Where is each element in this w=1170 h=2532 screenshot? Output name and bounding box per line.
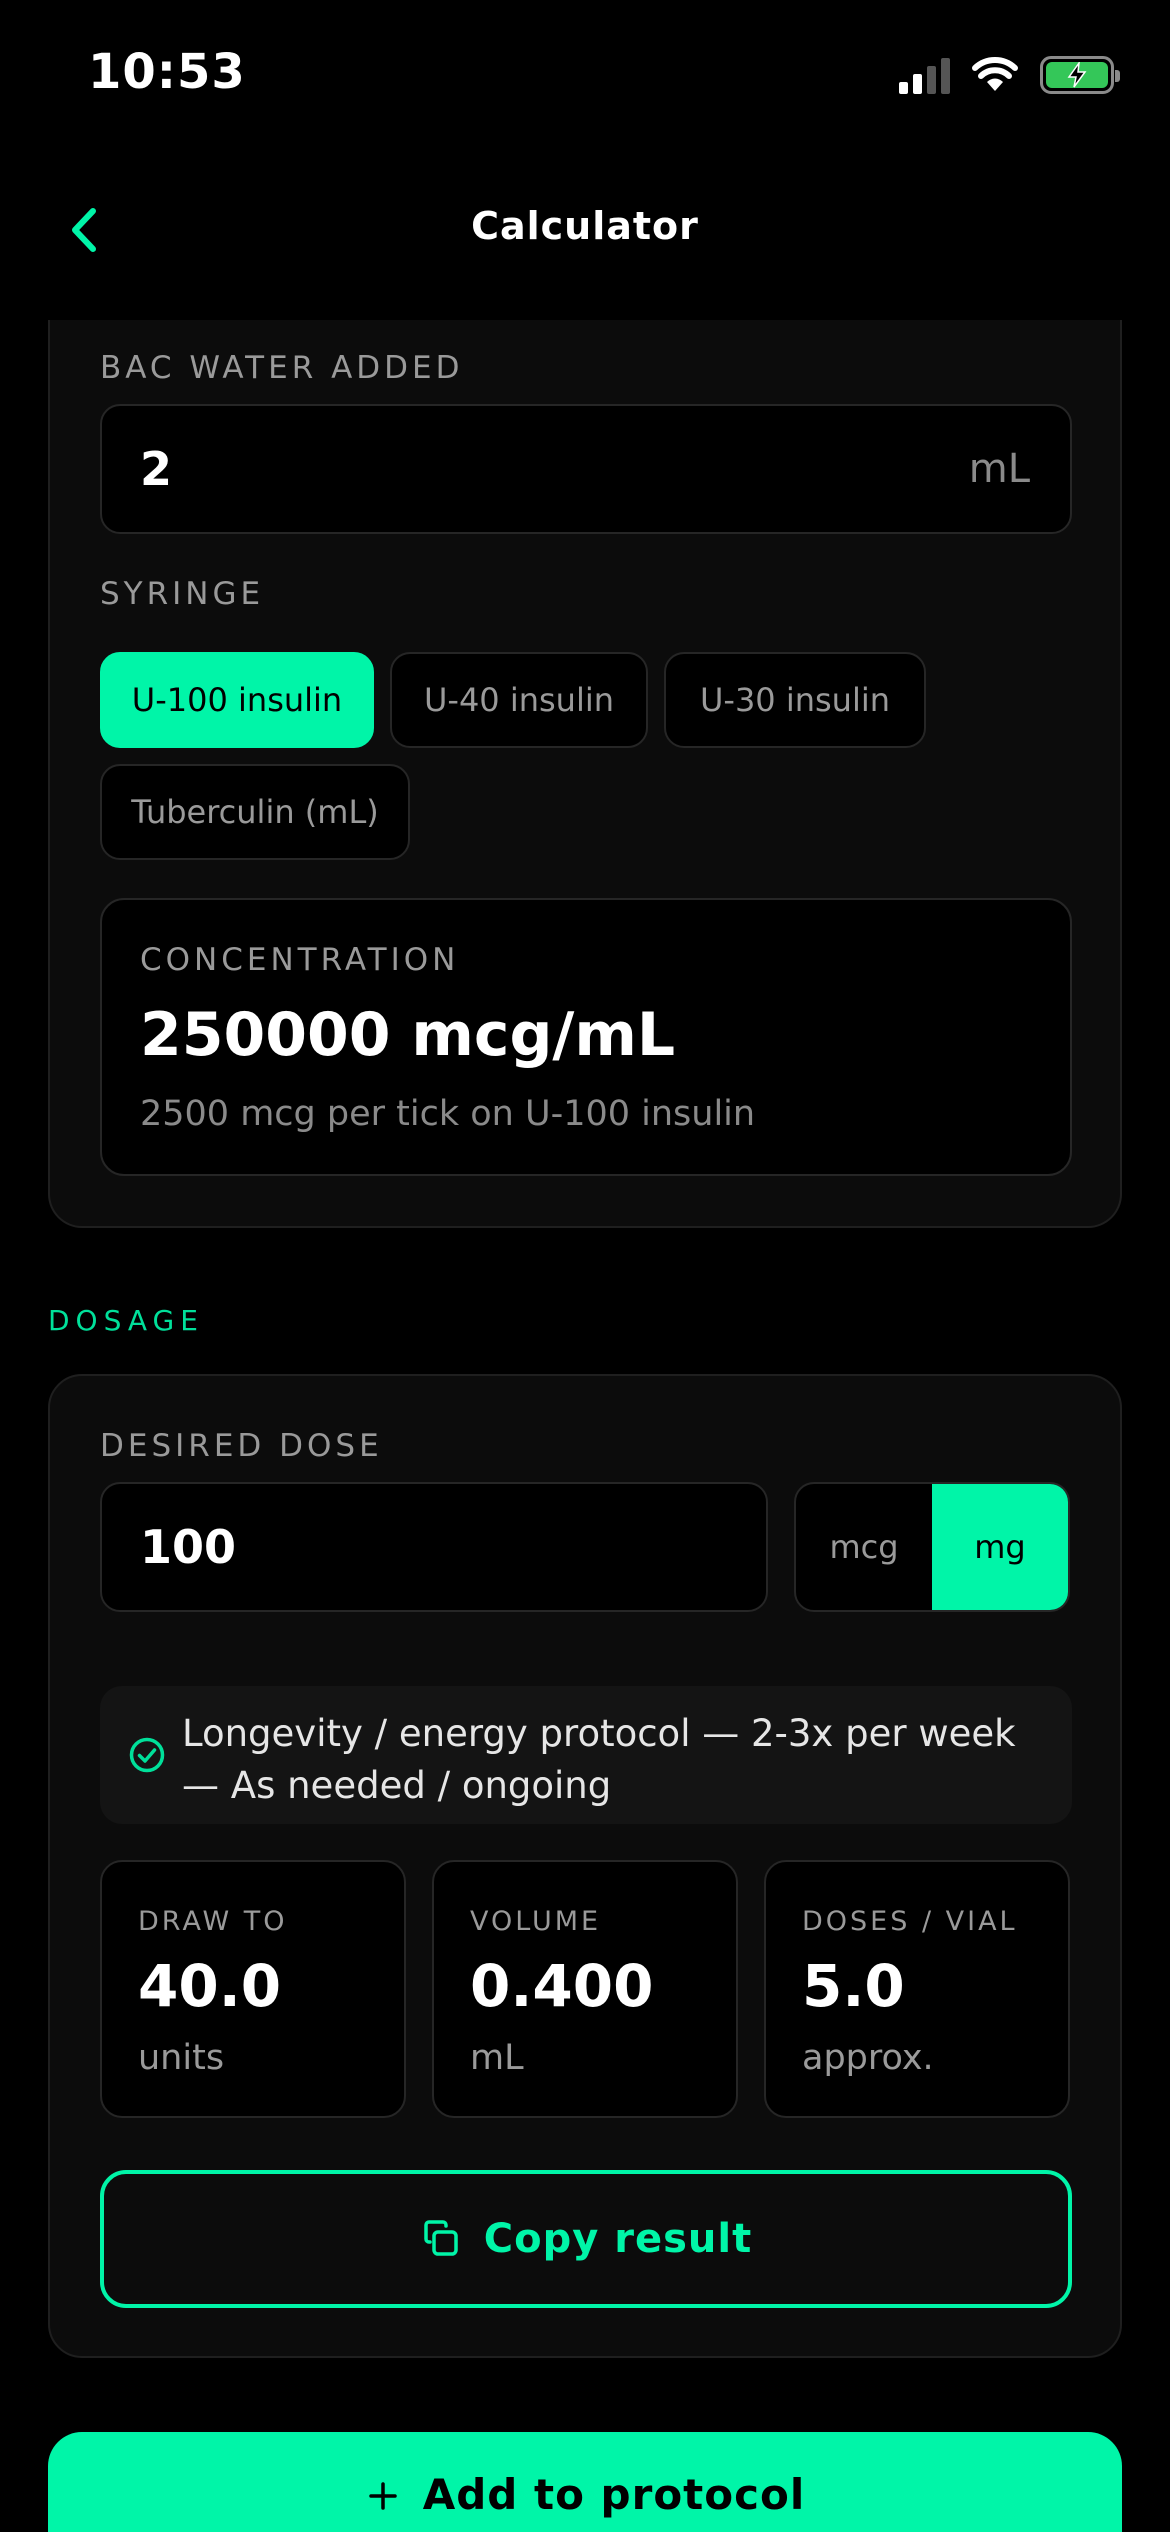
add-to-protocol-button[interactable]: Add to protocol: [48, 2432, 1122, 2532]
stat-label: DOSES / VIAL: [802, 1906, 1018, 1937]
status-icons: [899, 54, 1120, 96]
desired-dose-label: DESIRED DOSE: [100, 1428, 383, 1464]
unit-option-mg[interactable]: mg: [932, 1484, 1068, 1610]
stat-value: 0.400: [470, 1952, 654, 2020]
syringe-option-u30[interactable]: U-30 insulin: [664, 652, 926, 748]
dose-unit-toggle: mcg mg: [794, 1482, 1070, 1612]
stat-unit: approx.: [802, 2038, 934, 2078]
stat-doses-per-vial: DOSES / VIAL 5.0 approx.: [764, 1860, 1070, 2118]
unit-option-mcg[interactable]: mcg: [796, 1484, 932, 1610]
battery-icon: [1040, 56, 1120, 94]
concentration-panel: CONCENTRATION 250000 mcg/mL 2500 mcg per…: [100, 898, 1072, 1176]
syringe-label: SYRINGE: [100, 576, 265, 612]
nav-bar: Calculator: [0, 190, 1170, 270]
syringe-option-u40[interactable]: U-40 insulin: [390, 652, 648, 748]
check-circle-icon: [129, 1737, 165, 1773]
charging-bolt-icon: [1067, 62, 1087, 88]
desired-dose-input[interactable]: 100: [100, 1482, 768, 1612]
stat-unit: mL: [470, 2038, 524, 2078]
copy-result-button[interactable]: Copy result: [100, 2170, 1072, 2308]
stat-draw-to: DRAW TO 40.0 units: [100, 1860, 406, 2118]
page-title: Calculator: [471, 204, 699, 248]
syringe-option-u100[interactable]: U-100 insulin: [100, 652, 374, 748]
plus-icon: [368, 2482, 397, 2510]
stat-volume: VOLUME 0.400 mL: [432, 1860, 738, 2118]
concentration-value: 250000 mcg/mL: [140, 1000, 676, 1070]
bac-water-value: 2: [140, 442, 173, 496]
copy-result-label: Copy result: [483, 2216, 753, 2262]
stat-label: DRAW TO: [138, 1906, 288, 1937]
cellular-signal-icon: [899, 56, 950, 94]
concentration-per-tick: 2500 mcg per tick on U-100 insulin: [140, 1094, 756, 1134]
bac-water-label: BAC WATER ADDED: [100, 350, 464, 386]
stat-value: 40.0: [138, 1952, 282, 2020]
status-bar: 10:53: [0, 0, 1170, 150]
syringe-option-tuberculin[interactable]: Tuberculin (mL): [100, 764, 410, 860]
add-to-protocol-label: Add to protocol: [422, 2470, 806, 2519]
bac-water-unit: mL: [968, 446, 1030, 492]
stat-value: 5.0: [802, 1952, 905, 2020]
wifi-icon: [972, 57, 1018, 91]
protocol-note-text: Longevity / energy protocol — 2-3x per w…: [182, 1712, 1016, 1807]
copy-icon: [424, 2220, 458, 2256]
protocol-note: Longevity / energy protocol — 2-3x per w…: [100, 1686, 1072, 1824]
dosage-section-title: DOSAGE: [48, 1304, 204, 1337]
stat-unit: units: [138, 2038, 225, 2078]
status-time: 10:53: [88, 44, 246, 100]
stat-label: VOLUME: [470, 1906, 602, 1937]
desired-dose-value: 100: [140, 1520, 237, 1574]
concentration-label: CONCENTRATION: [140, 942, 460, 978]
bac-water-input[interactable]: 2 mL: [100, 404, 1072, 534]
